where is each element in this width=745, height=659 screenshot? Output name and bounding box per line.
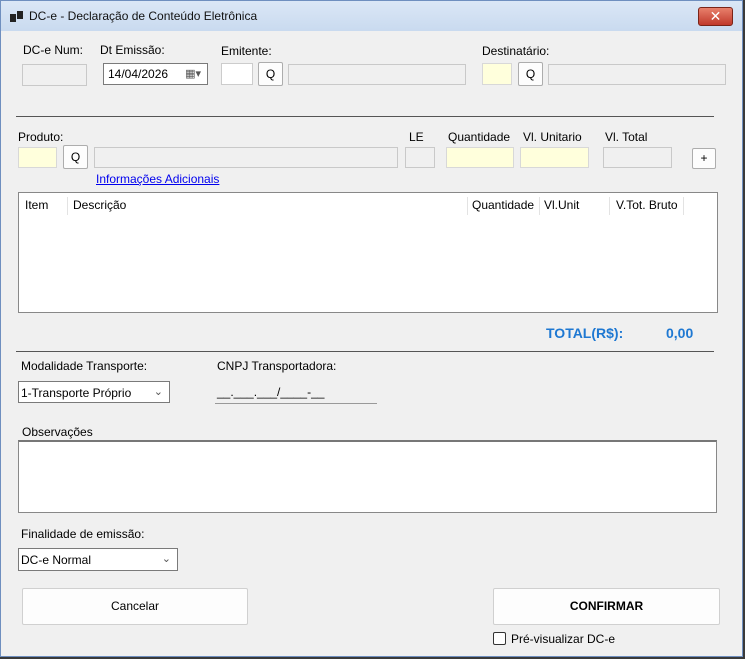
observacoes-label: Observações <box>22 425 93 439</box>
add-item-button[interactable]: + <box>692 148 716 169</box>
modalidade-transporte-label: Modalidade Transporte: <box>21 359 148 373</box>
divider <box>16 116 714 117</box>
cnpj-mask-text: __.___.___/____-__ <box>217 385 325 399</box>
dt-emissao-label: Dt Emissão: <box>100 43 165 57</box>
chevron-down-icon: ⌄ <box>161 553 171 565</box>
column-header-quantidade[interactable]: Quantidade <box>472 198 534 212</box>
column-header-descricao[interactable]: Descrição <box>73 198 126 212</box>
column-header-item[interactable]: Item <box>25 198 48 212</box>
finalidade-emissao-value: DC-e Normal <box>21 553 92 567</box>
vl-total-label: Vl. Total <box>605 130 648 144</box>
quantidade-label: Quantidade <box>448 130 511 144</box>
dce-window: DC-e - Declaração de Conteúdo Eletrônica… <box>0 0 743 657</box>
produto-search-button[interactable]: Q <box>63 145 88 169</box>
dt-emissao-datepicker[interactable]: 14/04/2026 ▦▾ <box>103 63 208 85</box>
le-field <box>405 147 435 168</box>
cancel-button[interactable]: Cancelar <box>22 588 248 625</box>
items-list[interactable]: Item Descrição Quantidade Vl.Unit V.Tot.… <box>18 192 718 313</box>
column-header-vl-unit[interactable]: Vl.Unit <box>544 198 579 212</box>
destinatario-label: Destinatário: <box>482 44 550 58</box>
column-header-v-tot-bruto[interactable]: V.Tot. Bruto <box>616 198 678 212</box>
emitente-label: Emitente: <box>221 44 272 58</box>
preview-checkbox-label[interactable]: Pré-visualizar DC-e <box>511 632 615 646</box>
destinatario-search-button[interactable]: Q <box>518 62 543 86</box>
emitente-search-button[interactable]: Q <box>258 62 283 86</box>
confirm-button[interactable]: CONFIRMAR <box>493 588 720 625</box>
calendar-dropdown-icon[interactable]: ▦▾ <box>185 67 201 80</box>
modalidade-transporte-select[interactable]: 1-Transporte Próprio ⌄ <box>18 381 170 403</box>
vl-total-field <box>603 147 672 168</box>
produto-code-input[interactable] <box>18 147 57 168</box>
produto-label: Produto: <box>18 130 64 144</box>
vl-unitario-label: Vl. Unitario <box>523 130 582 144</box>
destinatario-code-input[interactable] <box>482 63 512 85</box>
quantidade-input[interactable] <box>446 147 514 168</box>
total-label: TOTAL(R$): <box>546 325 624 341</box>
cnpj-transportadora-input[interactable]: __.___.___/____-__ <box>215 382 377 404</box>
finalidade-emissao-label: Finalidade de emissão: <box>21 527 145 541</box>
vl-unitario-input[interactable] <box>520 147 589 168</box>
destinatario-name-field <box>548 64 726 85</box>
emitente-code-input[interactable] <box>221 63 253 85</box>
preview-checkbox[interactable] <box>493 632 506 645</box>
title-bar: DC-e - Declaração de Conteúdo Eletrônica… <box>1 1 742 31</box>
informacoes-adicionais-link[interactable]: Informações Adicionais <box>96 172 219 186</box>
emitente-name-field <box>288 64 466 85</box>
modalidade-transporte-value: 1-Transporte Próprio <box>21 386 132 400</box>
dce-num-field <box>22 64 87 86</box>
cnpj-transportadora-label: CNPJ Transportadora: <box>217 359 337 373</box>
le-label: LE <box>409 130 424 144</box>
produto-name-field <box>94 147 398 168</box>
chevron-down-icon: ⌄ <box>153 386 163 398</box>
dce-num-label: DC-e Num: <box>23 43 84 57</box>
total-value: 0,00 <box>666 325 694 341</box>
window-title: DC-e - Declaração de Conteúdo Eletrônica <box>29 9 258 23</box>
close-button[interactable]: ✕ <box>698 7 733 26</box>
app-icon <box>10 11 24 23</box>
finalidade-emissao-select[interactable]: DC-e Normal ⌄ <box>18 548 178 571</box>
observacoes-textarea[interactable] <box>18 440 717 513</box>
dt-emissao-value: 14/04/2026 <box>108 67 169 81</box>
divider <box>16 351 714 352</box>
